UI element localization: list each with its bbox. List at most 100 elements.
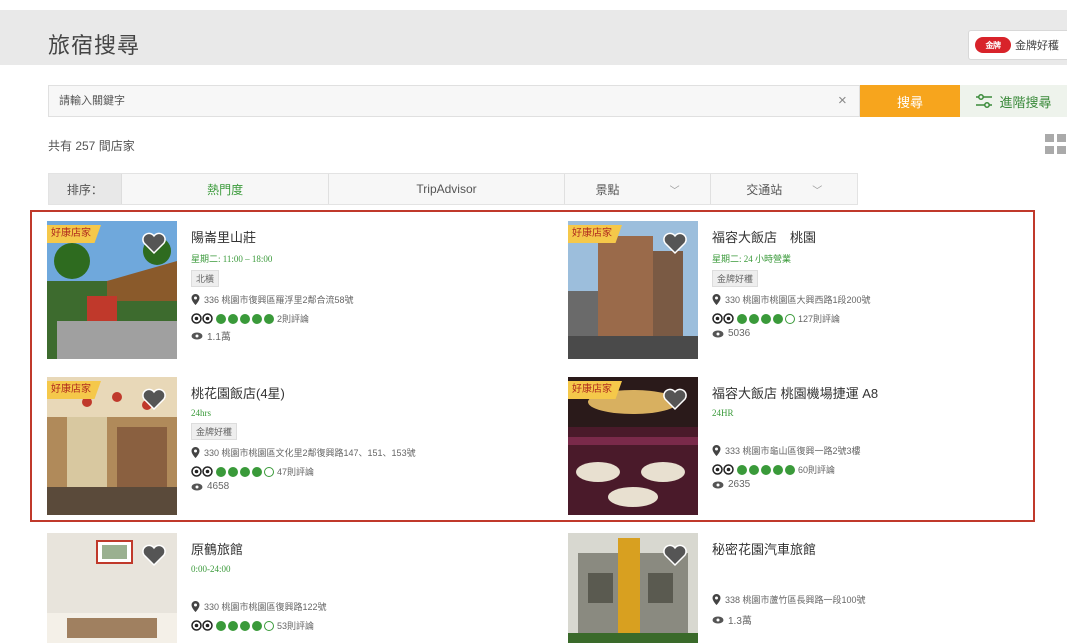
store-photo[interactable]: 好康店家 xyxy=(47,377,177,515)
store-tag[interactable]: 金牌好穫 xyxy=(712,270,759,287)
rating-dots xyxy=(737,313,795,324)
brand-filter-button[interactable]: 金牌 金牌好穫 xyxy=(968,30,1067,60)
rating-dot xyxy=(252,620,262,631)
store-photo[interactable] xyxy=(47,533,177,643)
rating-dot xyxy=(737,464,747,475)
grid-view-icon[interactable] xyxy=(1045,134,1067,154)
store-title[interactable]: 福容大飯店 桃園 xyxy=(712,227,1052,246)
store-card[interactable]: 好康店家 福容大飯店 桃園 星期二: 24 小時營業 金牌好穫 330 桃園市桃… xyxy=(568,221,1028,359)
store-hours: 24hrs xyxy=(191,408,211,418)
store-info: 福容大飯店 桃園機場捷運 A8 24HR 333 桃園市龜山區復興一路2號3樓 … xyxy=(712,383,1052,490)
sort-popularity[interactable]: 熱門度 xyxy=(122,174,330,204)
review-count: 2則評論 xyxy=(277,314,310,324)
tripadvisor-rating[interactable]: 60則評論 xyxy=(712,463,1052,476)
rating-dot xyxy=(761,464,771,475)
clear-icon[interactable]: × xyxy=(838,92,847,109)
heart-icon[interactable] xyxy=(141,231,167,255)
tripadvisor-rating[interactable]: 53則評論 xyxy=(191,619,531,632)
tripadvisor-owl-icon xyxy=(191,620,213,631)
store-tag[interactable]: 金牌好穫 xyxy=(191,423,238,440)
store-card[interactable]: 秘密花園汽車旅館 338 桃園市蘆竹區長興路一段100號 1.3萬 xyxy=(568,533,1028,643)
review-count: 47則評論 xyxy=(277,467,315,477)
store-info: 陽崙里山莊 星期二: 11:00 – 18:00 北橫 336 桃園市復興區羅浮… xyxy=(191,227,531,343)
view-count: 5036 xyxy=(712,328,1052,339)
heart-icon[interactable] xyxy=(141,387,167,411)
store-address: 333 桃園市龜山區復興一路2號3樓 xyxy=(712,444,1052,457)
eye-icon xyxy=(712,481,724,488)
view-count: 4658 xyxy=(191,481,531,492)
review-count: 53則評論 xyxy=(277,621,315,631)
store-photo[interactable]: 好康店家 xyxy=(568,221,698,359)
view-count: 1.1萬 xyxy=(191,328,531,343)
rating-dot xyxy=(216,313,226,324)
store-photo[interactable] xyxy=(568,533,698,643)
map-pin-icon xyxy=(191,294,200,305)
sort-station-dropdown[interactable]: 交通站 ﹀ xyxy=(711,174,857,204)
map-pin-icon xyxy=(191,447,200,458)
sort-attraction-label: 景點 xyxy=(595,182,620,197)
sort-attraction-dropdown[interactable]: 景點 ﹀ xyxy=(565,174,712,204)
store-hours: 24HR xyxy=(712,408,734,418)
store-card[interactable]: 好康店家 桃花園飯店(4星) 24hrs 金牌好穫 330 桃園市桃園區文化里2… xyxy=(47,377,547,515)
store-card[interactable]: 原鶴旅館 0:00-24:00 330 桃園市桃園區復興路122號 53則評論 xyxy=(47,533,547,643)
brand-label: 金牌好穫 xyxy=(1015,40,1059,52)
store-tag[interactable]: 北橫 xyxy=(191,270,220,287)
search-input[interactable] xyxy=(48,85,860,117)
map-pin-icon xyxy=(191,601,200,612)
rating-dot xyxy=(264,313,274,324)
tripadvisor-owl-icon xyxy=(191,466,213,477)
store-title[interactable]: 秘密花園汽車旅館 xyxy=(712,539,1052,558)
store-title[interactable]: 福容大飯店 桃園機場捷運 A8 xyxy=(712,383,1052,402)
rating-dots xyxy=(216,466,274,477)
eye-icon xyxy=(191,332,203,339)
rating-dot xyxy=(216,466,226,477)
view-count-text: 2635 xyxy=(728,479,751,490)
rating-dot xyxy=(785,313,795,324)
map-pin-icon xyxy=(712,294,721,305)
tripadvisor-rating[interactable]: 47則評論 xyxy=(191,465,531,478)
rating-dot xyxy=(228,313,238,324)
store-photo[interactable]: 好康店家 xyxy=(47,221,177,359)
store-card[interactable]: 好康店家 陽崙里山莊 星期二: 11:00 – 18:00 北橫 336 桃園市… xyxy=(47,221,547,359)
review-count: 127則評論 xyxy=(798,314,841,324)
tripadvisor-owl-icon xyxy=(712,464,734,475)
view-count-text: 5036 xyxy=(728,328,751,339)
view-count-text: 1.3萬 xyxy=(728,616,752,627)
rating-dot xyxy=(264,620,274,631)
rating-dot xyxy=(749,464,759,475)
eye-icon xyxy=(191,483,203,490)
eye-icon xyxy=(712,616,724,623)
store-hours: 星期二: 24 小時營業 xyxy=(712,254,792,264)
search-bar: × 搜尋 進階搜尋 xyxy=(48,85,1067,117)
store-title[interactable]: 原鶴旅館 xyxy=(191,539,531,558)
heart-icon[interactable] xyxy=(662,543,688,567)
store-info: 桃花園飯店(4星) 24hrs 金牌好穫 330 桃園市桃園區文化里2鄰復興路1… xyxy=(191,383,531,492)
rating-dot xyxy=(773,313,783,324)
rating-dot xyxy=(216,620,226,631)
rating-dot xyxy=(228,466,238,477)
rating-dot xyxy=(240,466,250,477)
view-count: 1.3萬 xyxy=(712,612,1052,627)
result-count: 共有 257 間店家 xyxy=(48,139,135,153)
rating-dot xyxy=(737,313,747,324)
store-photo[interactable]: 好康店家 xyxy=(568,377,698,515)
store-info: 秘密花園汽車旅館 338 桃園市蘆竹區長興路一段100號 1.3萬 xyxy=(712,539,1052,627)
store-title[interactable]: 陽崙里山莊 xyxy=(191,227,531,246)
view-count-text: 1.1萬 xyxy=(207,332,231,343)
store-title[interactable]: 桃花園飯店(4星) xyxy=(191,383,531,402)
address-text: 336 桃園市復興區羅浮里2鄰合流58號 xyxy=(204,295,354,305)
advanced-search-button[interactable]: 進階搜尋 xyxy=(960,85,1067,117)
heart-icon[interactable] xyxy=(662,231,688,255)
rating-dot xyxy=(785,464,795,475)
heart-icon[interactable] xyxy=(662,387,688,411)
address-text: 330 桃園市桃園區復興路122號 xyxy=(204,602,327,612)
chevron-down-icon: ﹀ xyxy=(669,185,680,197)
rating-dot xyxy=(240,620,250,631)
sort-tripadvisor[interactable]: TripAdvisor xyxy=(329,174,565,204)
store-card[interactable]: 好康店家 福容大飯店 桃園機場捷運 A8 24HR 333 桃園市龜山區復興一路… xyxy=(568,377,1028,515)
page-header: 旅宿搜尋 金牌 金牌好穫 xyxy=(0,0,1067,65)
heart-icon[interactable] xyxy=(141,543,167,567)
search-button[interactable]: 搜尋 xyxy=(860,85,960,117)
tripadvisor-rating[interactable]: 2則評論 xyxy=(191,312,531,325)
tripadvisor-rating[interactable]: 127則評論 xyxy=(712,312,1052,325)
